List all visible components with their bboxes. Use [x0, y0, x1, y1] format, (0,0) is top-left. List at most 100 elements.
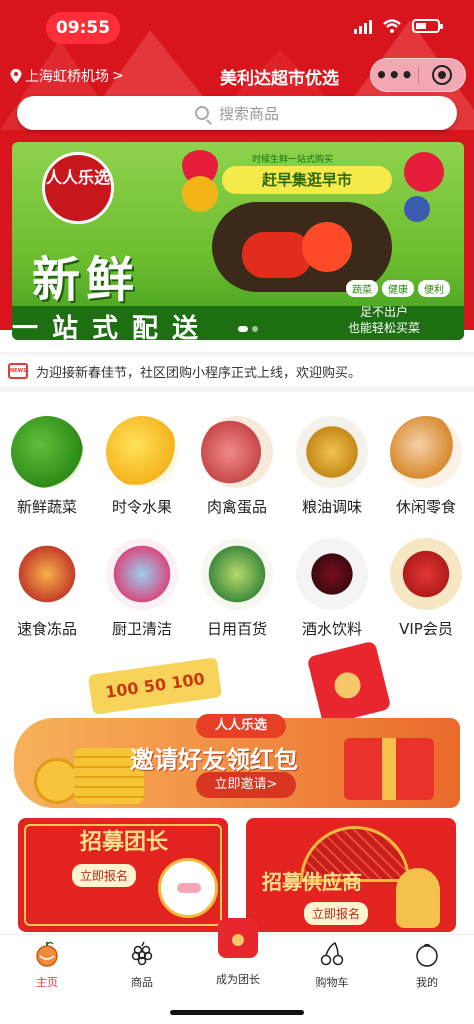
- frozen-food-icon: [11, 538, 83, 610]
- vip-gift-icon: [390, 538, 462, 610]
- category-cleaning[interactable]: 厨卫清洁: [97, 538, 187, 639]
- category-vegetables[interactable]: 新鲜蔬菜: [2, 416, 92, 517]
- coupon-tickets-illustration: 100 50 100: [87, 657, 223, 715]
- category-grain-oil[interactable]: 粮油调味: [287, 416, 377, 517]
- notice-text: 为迎接新春佳节，社区团购小程序正式上线，欢迎购买。: [36, 365, 362, 381]
- notice-bar[interactable]: NEWS 为迎接新春佳节，社区团购小程序正式上线，欢迎购买。: [0, 352, 474, 392]
- banner-logo-text: 人人乐选: [45, 168, 110, 187]
- fruit-icon: [106, 416, 178, 488]
- invite-brand-pill: 人人乐选: [196, 714, 286, 738]
- category-label: VIP会员: [399, 620, 453, 638]
- recruit-supplier-signup-button[interactable]: 立即报名: [304, 902, 369, 925]
- invite-headline: 邀请好友领红包: [130, 746, 298, 774]
- orange-illustration: [182, 176, 218, 212]
- category-fruit[interactable]: 时令水果: [97, 416, 187, 517]
- tab-profile[interactable]: 我的: [387, 941, 467, 990]
- meat-egg-icon: [201, 416, 273, 488]
- target-icon: [431, 65, 452, 85]
- banner-chip: 蔬菜: [346, 280, 378, 297]
- close-mini-program-button[interactable]: [418, 65, 465, 85]
- tab-cart[interactable]: 购物车: [292, 941, 372, 990]
- recruit-supplier-card[interactable]: 招募供应商 立即报名: [246, 818, 456, 932]
- invite-friends-banner[interactable]: 100 50 100 人人乐选 邀请好友领红包 立即邀请>: [14, 640, 460, 808]
- banner-tagline: 时候生鲜一站式购买: [252, 155, 334, 165]
- search-placeholder: 搜索商品: [218, 104, 279, 123]
- search-input[interactable]: 搜索商品: [17, 96, 457, 130]
- tab-products[interactable]: 商品: [102, 941, 182, 990]
- red-envelope-icon[interactable]: [218, 918, 258, 958]
- banner-ribbon: 赶早集逛早市: [222, 166, 392, 194]
- home-fruit-icon: [36, 941, 58, 967]
- category-vip[interactable]: VIP会员: [381, 538, 471, 639]
- location-selector[interactable]: 上海虹桥机场 >: [10, 66, 124, 86]
- cow-mascot-illustration: [158, 858, 218, 918]
- grapes-icon: [131, 941, 153, 966]
- status-icons: [354, 18, 443, 34]
- category-snacks[interactable]: 休闲零食: [381, 416, 471, 517]
- blueberry-illustration: [404, 196, 430, 222]
- invite-now-button[interactable]: 立即邀请>: [196, 772, 296, 798]
- banner-slogan-line: 足不出户: [360, 305, 409, 319]
- tab-label: 我的: [416, 976, 438, 989]
- more-menu-button[interactable]: •••: [371, 60, 418, 90]
- category-label: 酒水饮料: [301, 620, 362, 638]
- home-indicator: [170, 1010, 304, 1015]
- vegetables-icon: [11, 416, 83, 488]
- tab-label: 购物车: [315, 976, 349, 989]
- category-drinks[interactable]: 酒水饮料: [287, 538, 377, 639]
- gift-box-illustration: [344, 738, 434, 800]
- page-title: 美利达超市优选: [220, 69, 339, 89]
- cellular-signal-icon: [354, 18, 372, 34]
- snacks-icon: [390, 416, 462, 488]
- category-label: 肉禽蛋品: [206, 498, 267, 516]
- daily-goods-icon: [201, 538, 273, 610]
- tomato-illustration: [302, 222, 352, 272]
- category-label: 速食冻品: [16, 620, 77, 638]
- recruit-leader-signup-button[interactable]: 立即报名: [72, 864, 137, 887]
- chevron-right-icon: >: [112, 68, 124, 84]
- category-label: 粮油调味: [301, 498, 362, 516]
- category-label: 厨卫清洁: [111, 620, 172, 638]
- cleaning-icon: [106, 538, 178, 610]
- drinks-icon: [296, 538, 368, 610]
- tab-label: 主页: [36, 976, 58, 989]
- banner-logo: 人人乐选: [42, 152, 114, 224]
- category-frozen[interactable]: 速食冻品: [2, 538, 92, 639]
- banner-bottom-text: 一站式配送: [12, 314, 213, 340]
- location-pin-icon: [10, 69, 22, 83]
- category-label: 时令水果: [111, 498, 172, 516]
- promo-banner[interactable]: 人人乐选 时候生鲜一站式购买 赶早集逛早市 新鲜 蔬菜 健康 便利 一站式配送 …: [12, 142, 464, 340]
- battery-icon: [412, 19, 443, 33]
- location-name: 上海虹桥机场: [25, 69, 109, 85]
- category-label: 新鲜蔬菜: [16, 498, 77, 516]
- red-pepper-illustration: [242, 232, 312, 278]
- banner-chip: 健康: [382, 280, 414, 297]
- search-icon: [194, 106, 209, 120]
- recruit-supplier-title: 招募供应商: [262, 870, 362, 894]
- category-label: 日用百货: [206, 620, 267, 638]
- recruit-leader-title: 招募团长: [80, 830, 169, 855]
- banner-slogan-line: 也能轻松买菜: [348, 321, 421, 335]
- mini-program-capsule: •••: [370, 58, 466, 92]
- cherries-icon: [320, 941, 344, 966]
- god-of-wealth-illustration: [396, 868, 440, 928]
- category-meat-egg[interactable]: 肉禽蛋品: [192, 416, 282, 517]
- tab-label: 商品: [131, 976, 153, 989]
- banner-chip: 便利: [418, 280, 450, 297]
- status-time: 09:55: [46, 12, 120, 44]
- tab-become-leader[interactable]: 成为团长: [198, 971, 278, 987]
- banner-slogan: 足不出户 也能轻松买菜: [348, 304, 420, 336]
- recruit-leader-card[interactable]: 招募团长 立即报名: [18, 818, 228, 932]
- strawberry-illustration: [404, 152, 444, 192]
- category-label: 休闲零食: [395, 498, 456, 516]
- profile-fruit-icon: [416, 943, 438, 967]
- grain-oil-icon: [296, 416, 368, 488]
- news-icon: NEWS: [8, 363, 28, 379]
- banner-headline: 新鲜: [32, 252, 141, 308]
- nav-row: 上海虹桥机场 > 美利达超市优选 •••: [0, 56, 474, 96]
- category-daily-goods[interactable]: 日用百货: [192, 538, 282, 639]
- banner-chips: 蔬菜 健康 便利: [346, 280, 450, 297]
- tab-home[interactable]: 主页: [7, 941, 87, 990]
- carousel-indicator: [238, 326, 258, 332]
- red-envelope-illustration: [306, 640, 392, 726]
